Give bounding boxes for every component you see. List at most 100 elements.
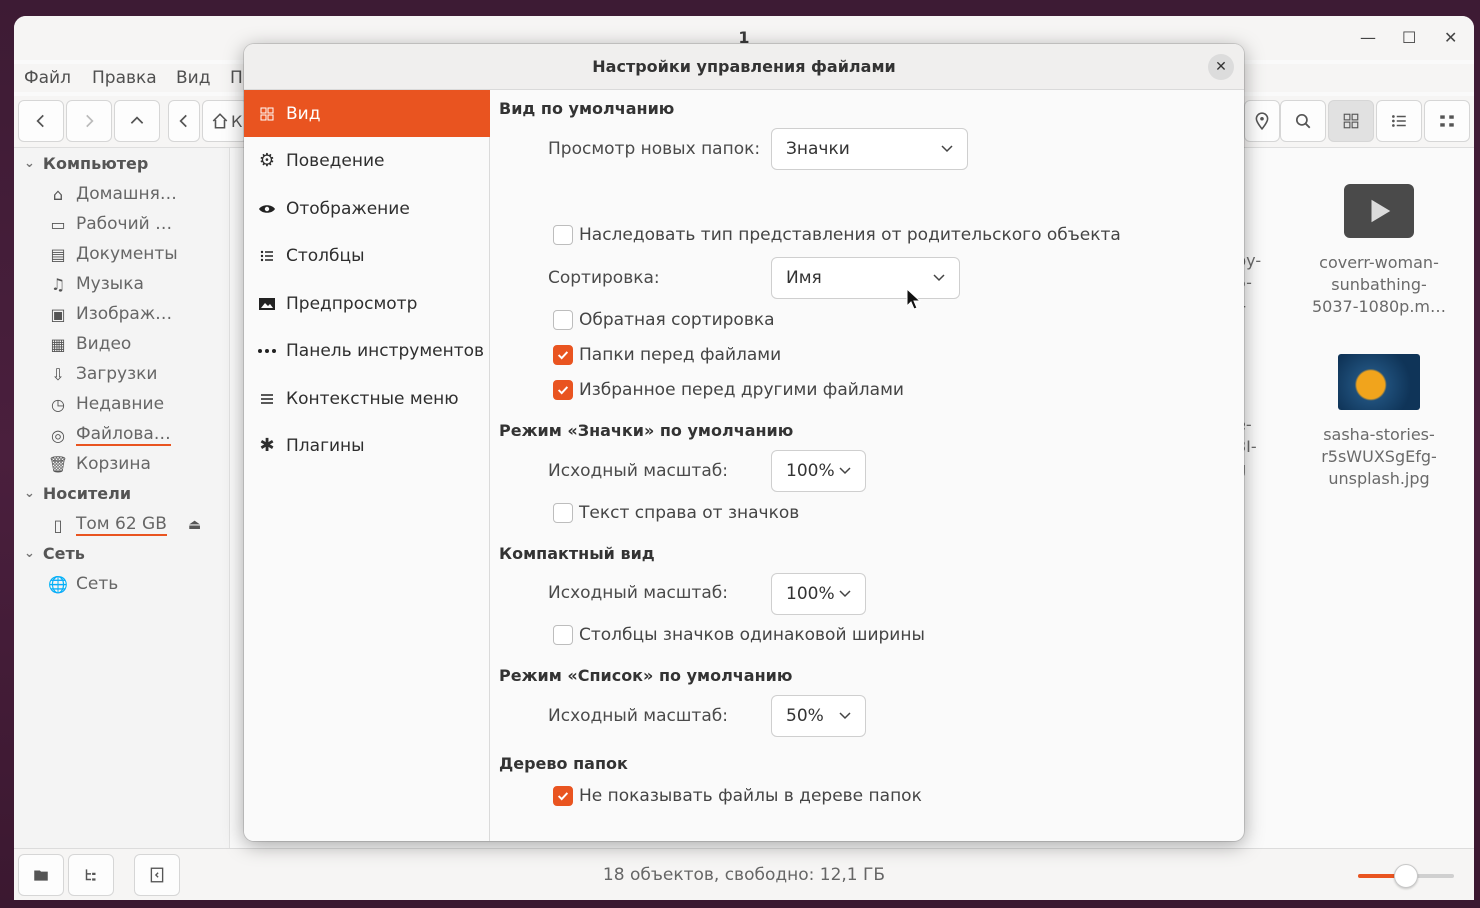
nav-item-toolbar[interactable]: Панель инструментов (244, 327, 490, 374)
nav-item-plugins[interactable]: ✱ Плагины (244, 422, 490, 469)
icon-view-button[interactable] (1328, 100, 1374, 142)
eye-icon (256, 198, 278, 220)
desktop-icon: ▭ (50, 214, 66, 234)
checkbox-label: Избранное перед другими файлами (579, 380, 904, 400)
new-folders-view-combo[interactable]: Значки (771, 128, 968, 170)
folders-first-checkbox[interactable]: Папки перед файлами (553, 345, 781, 365)
download-icon: ⇩ (51, 364, 65, 384)
sidebar-item-desktop[interactable]: ▭ Рабочий … (48, 214, 228, 234)
combo-value: 100% (786, 584, 835, 604)
checkmark-icon (557, 792, 569, 801)
inherit-view-checkbox[interactable]: Наследовать тип представления от родител… (553, 225, 1121, 245)
checkbox-box[interactable] (553, 786, 573, 806)
statusbar: 18 объектов, свободно: 12,1 ГБ (14, 848, 1474, 900)
zoom-slider-handle[interactable] (1394, 864, 1418, 888)
nav-item-label: Отображение (286, 198, 410, 219)
menu-edit[interactable]: Правка (92, 68, 157, 88)
sidebar-item-trash[interactable]: 🗑 Корзина (48, 454, 228, 474)
location-button[interactable] (1244, 100, 1280, 142)
forward-button[interactable] (66, 100, 112, 142)
sidebar-item-filesystem[interactable]: ◎ Файлова… (48, 424, 228, 446)
sidebar-item-label: Сеть (76, 574, 119, 594)
dialog-header: Настройки управления файлами ✕ (244, 44, 1244, 90)
checkbox-box[interactable] (553, 625, 573, 645)
search-button[interactable] (1280, 100, 1326, 142)
home-icon: ⌂ (52, 184, 64, 204)
path-left-button[interactable] (168, 100, 200, 142)
checkbox-label: Не показывать файлы в дереве папок (579, 786, 922, 806)
sort-combo[interactable]: Имя (771, 257, 960, 299)
file-name-line: r5sWUXSgEfg- (1321, 447, 1437, 466)
minimize-icon[interactable]: — (1360, 28, 1376, 47)
checkbox-box[interactable] (553, 380, 573, 400)
sidebar-item-music[interactable]: ♫ Музыка (48, 274, 228, 294)
sidebar-item-videos[interactable]: ▦ Видео (48, 334, 228, 354)
map-pin-icon (1255, 112, 1269, 130)
compact-view-button[interactable] (1424, 100, 1470, 142)
sidebar-item-pictures[interactable]: ▣ Изображ… (48, 304, 228, 324)
nav-item-label: Панель инструментов (286, 340, 485, 361)
reverse-sort-checkbox[interactable]: Обратная сортировка (553, 310, 775, 330)
compact-zoom-combo[interactable]: 100% (771, 573, 866, 615)
nav-item-label: Столбцы (286, 245, 365, 266)
maximize-icon[interactable]: ☐ (1402, 28, 1416, 47)
search-icon (1295, 113, 1311, 129)
list-zoom-combo[interactable]: 50% (771, 695, 866, 737)
chevron-right-icon (86, 114, 94, 128)
text-beside-icons-checkbox[interactable]: Текст справа от значков (553, 503, 799, 523)
nav-item-preview[interactable]: Предпросмотр (244, 280, 490, 327)
sidebar-item-recent[interactable]: ◷ Недавние (48, 394, 228, 414)
menu-file[interactable]: Файл (24, 68, 71, 88)
back-button[interactable] (18, 100, 64, 142)
compact-zoom-label: Исходный масштаб: (548, 583, 728, 603)
sidebar-item-documents[interactable]: ▤ Документы (48, 244, 228, 264)
drive-icon: ◎ (51, 425, 65, 445)
menu-go[interactable]: П (230, 68, 243, 88)
hide-files-in-tree-checkbox[interactable]: Не показывать файлы в дереве папок (553, 786, 922, 806)
sidebar-item-label: Рабочий … (76, 214, 173, 234)
play-icon (1371, 199, 1391, 223)
sidebar-item-label: Документы (76, 244, 178, 264)
gear-icon: ⚙ (258, 150, 276, 171)
sidebar-group-label: Сеть (42, 544, 85, 563)
sidebar-group-computer[interactable]: ⌄ Компьютер (24, 154, 148, 173)
home-path-button[interactable]: К (202, 100, 248, 142)
checkbox-box[interactable] (553, 310, 573, 330)
dialog-close-button[interactable]: ✕ (1208, 54, 1234, 80)
puzzle-icon: ✱ (259, 435, 275, 456)
zoom-slider[interactable] (1358, 864, 1454, 888)
nav-item-view[interactable]: Вид (244, 90, 490, 137)
favorites-first-checkbox[interactable]: Избранное перед другими файлами (553, 380, 904, 400)
icon-zoom-combo[interactable]: 100% (771, 450, 866, 492)
uniform-columns-checkbox[interactable]: Столбцы значков одинаковой ширины (553, 625, 925, 645)
list-zoom-label: Исходный масштаб: (548, 706, 728, 726)
up-button[interactable] (114, 100, 160, 142)
list-view-button[interactable] (1376, 100, 1422, 142)
sidebar: ⌄ Компьютер ⌂ Домашня… ▭ Рабочий … ▤ Докумен… (14, 148, 230, 848)
combo-value: Значки (786, 139, 850, 159)
section-title-tree-view: Дерево папок (499, 754, 628, 773)
nav-item-columns[interactable]: Столбцы (244, 232, 490, 279)
close-icon[interactable]: ✕ (1444, 28, 1457, 47)
sidebar-item-home[interactable]: ⌂ Домашня… (48, 184, 228, 204)
menu-view[interactable]: Вид (176, 68, 210, 88)
sidebar-item-volume[interactable]: ▯ Том 62 GB ⏏ (48, 514, 228, 536)
sidebar-item-network[interactable]: 🌐 Сеть (48, 574, 228, 594)
sidebar-item-downloads[interactable]: ⇩ Загрузки (48, 364, 228, 384)
globe-icon: 🌐 (48, 574, 68, 594)
sidebar-group-devices[interactable]: ⌄ Носители (24, 484, 131, 503)
sidebar-item-label: Видео (76, 334, 132, 354)
sidebar-group-label: Компьютер (42, 154, 149, 173)
nav-item-context-menu[interactable]: Контекстные меню (244, 375, 490, 422)
checkbox-box[interactable] (553, 503, 573, 523)
nav-item-display[interactable]: Отображение (244, 185, 490, 232)
sidebar-item-label: Недавние (76, 394, 165, 414)
file-item-image[interactable]: sasha-stories- r5sWUXSgEfg- unsplash.jpg (1304, 354, 1454, 490)
chevron-down-icon: ⌄ (24, 156, 35, 171)
eject-icon[interactable]: ⏏ (188, 517, 201, 533)
nav-item-behavior[interactable]: ⚙ Поведение (244, 137, 490, 184)
checkbox-box[interactable] (553, 345, 573, 365)
checkbox-box[interactable] (553, 225, 573, 245)
file-item-video[interactable]: coverr-woman- sunbathing- 5037-1080p.m… (1304, 184, 1454, 318)
sidebar-group-network[interactable]: ⌄ Сеть (24, 544, 85, 563)
